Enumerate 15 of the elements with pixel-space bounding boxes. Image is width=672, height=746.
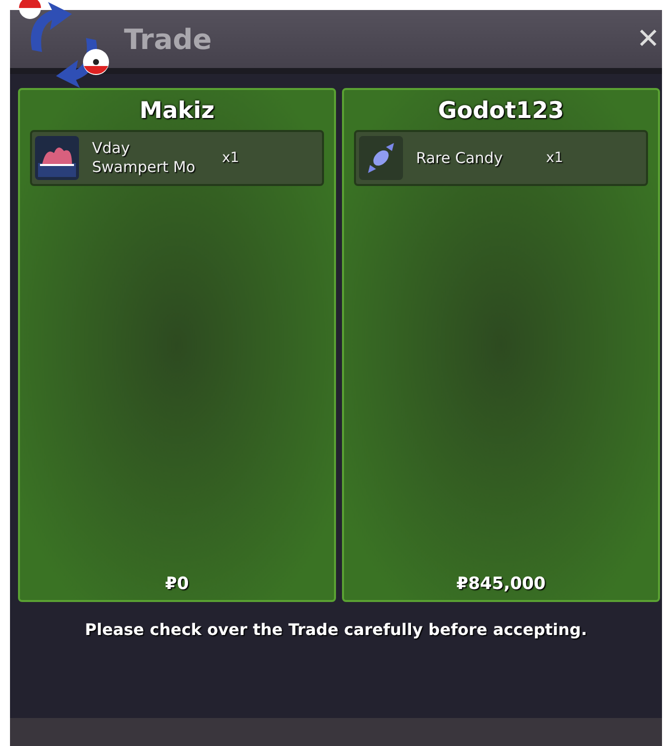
item-quantity: x1: [546, 150, 564, 166]
notice-text: Please check over the Trade carefully before accepting.: [84, 620, 588, 639]
item-slot[interactable]: Rare Candy x1: [354, 130, 648, 186]
item-slot[interactable]: Vday Swampert Mo x1: [30, 130, 324, 186]
creature-icon: [34, 135, 80, 181]
close-button[interactable]: ✕: [634, 22, 662, 55]
candy-icon: [358, 135, 404, 181]
money-amount: ₽845,000: [456, 574, 546, 594]
money-amount: ₽0: [165, 574, 189, 594]
item-name: Rare Candy: [416, 148, 504, 168]
window-title: Trade: [124, 22, 212, 56]
item-name: Vday Swampert Mo: [92, 139, 196, 177]
player-name: Makiz: [140, 98, 214, 124]
item-quantity: x1: [222, 150, 240, 166]
player-name: Godot123: [438, 98, 564, 124]
